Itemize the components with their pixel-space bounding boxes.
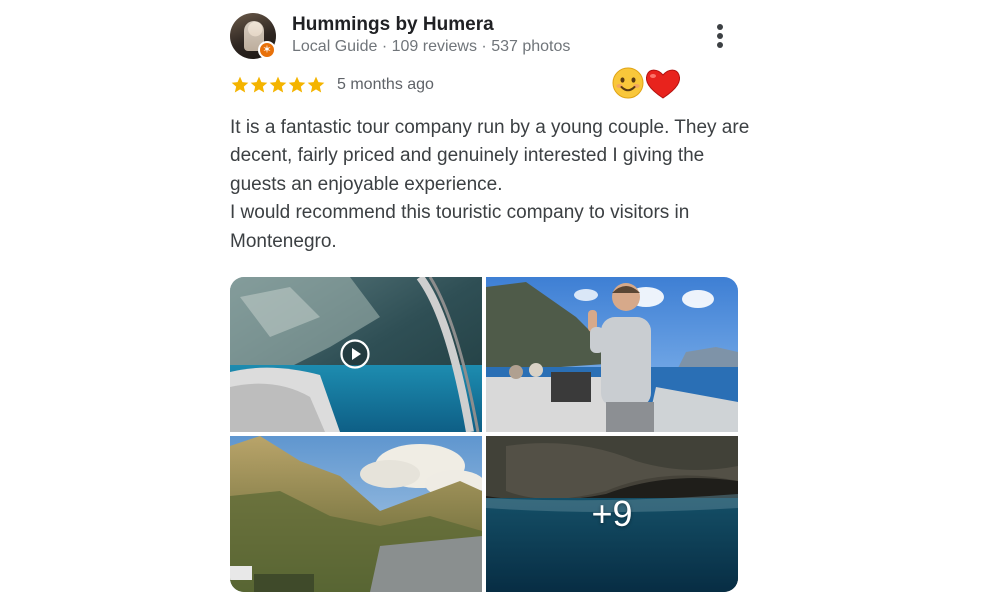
photo-2-image (486, 277, 738, 432)
star-rating (230, 75, 325, 95)
review-text: It is a fantastic tour company run by a … (230, 114, 750, 256)
play-icon[interactable] (340, 339, 370, 369)
reviewer-meta: Local Guide · 109 reviews · 537 photos (292, 38, 571, 55)
photo-2[interactable] (486, 277, 738, 432)
review-paragraph-1: It is a fantastic tour company run by a … (230, 117, 750, 195)
star-icon (307, 76, 325, 93)
review-time: 5 months ago (337, 76, 434, 93)
reactions (612, 67, 681, 99)
photo-3[interactable] (230, 436, 482, 592)
photo-grid: +9 (230, 277, 738, 592)
more-photos-count: +9 (591, 493, 633, 534)
local-guide-badge-icon: ✶ (258, 41, 276, 59)
review-paragraph-2: I would recommend this touristic company… (230, 202, 690, 252)
photo-3-image (230, 436, 482, 592)
red-heart-emoji-icon (645, 69, 681, 99)
star-icon (250, 76, 268, 93)
smiling-face-emoji-icon (612, 67, 644, 99)
photo-4-more[interactable]: +9 (486, 436, 738, 592)
more-options-button[interactable] (708, 22, 732, 50)
reviewer-name[interactable]: Hummings by Humera (292, 14, 494, 36)
star-icon (288, 76, 306, 93)
reviewer-avatar[interactable]: ✶ (230, 13, 276, 59)
photo-1-video[interactable] (230, 277, 482, 432)
review-card: ✶ Hummings by Humera Local Guide · 109 r… (0, 0, 1000, 600)
star-icon (269, 76, 287, 93)
more-vertical-icon (717, 24, 723, 30)
star-icon (231, 76, 249, 93)
